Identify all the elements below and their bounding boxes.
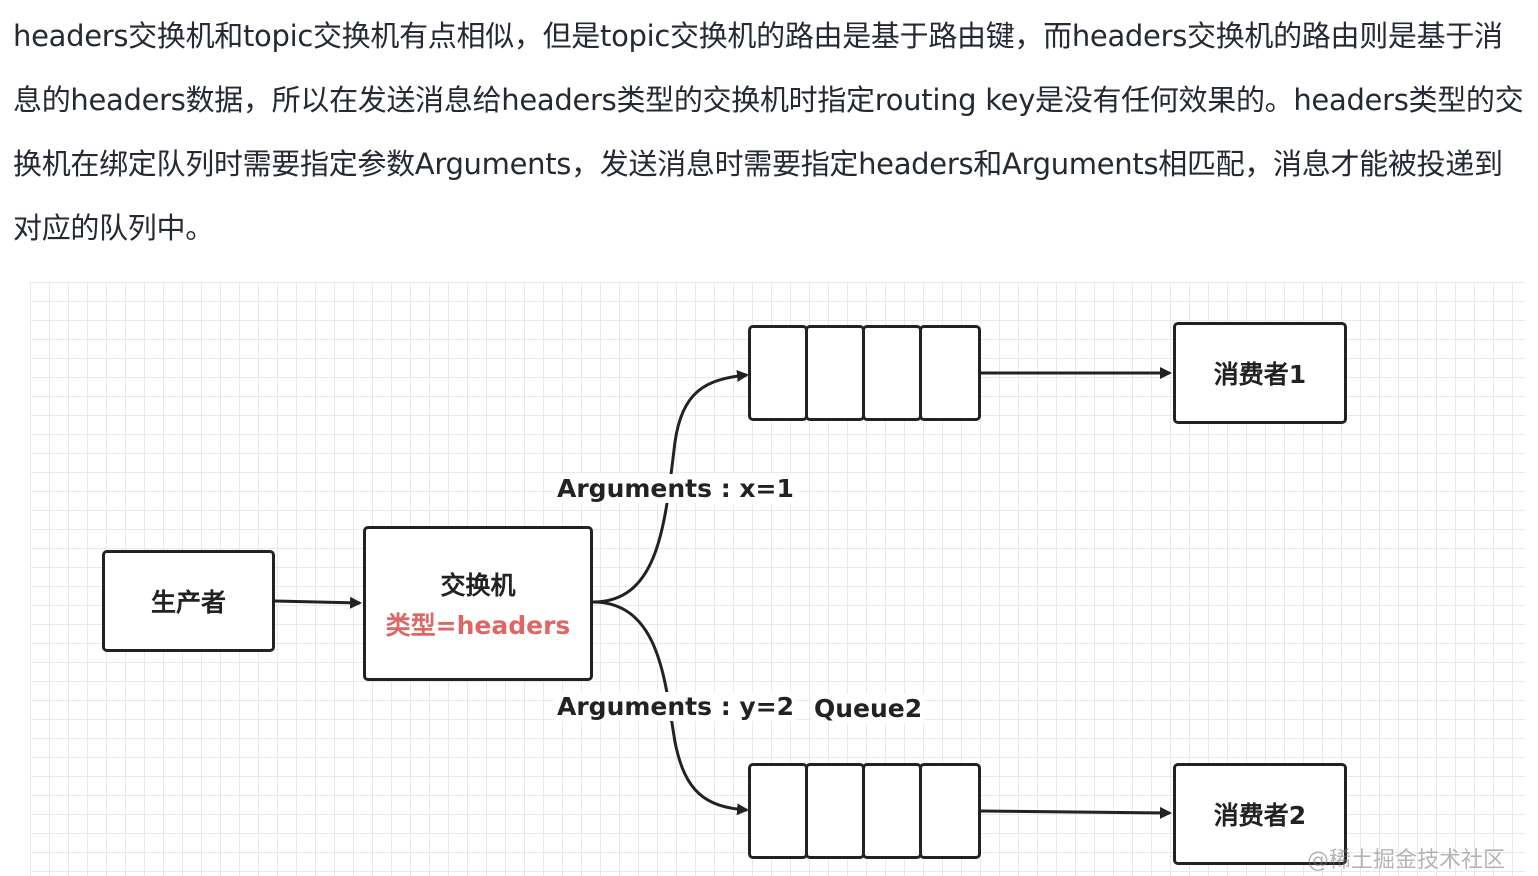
- queue2-slot: [805, 763, 865, 859]
- exchange-box: 交换机 类型=headers: [363, 526, 593, 681]
- queue1-slot: [805, 325, 865, 421]
- queue1-slot: [862, 325, 922, 421]
- producer-label: 生产者: [150, 588, 226, 617]
- producer-box: 生产者: [102, 550, 275, 652]
- queue2-to-consumer2-arrow: [980, 806, 1172, 819]
- exchange-type-label: 类型=headers: [385, 610, 571, 640]
- exchange-label: 交换机: [440, 570, 516, 600]
- queue2-slot: [919, 763, 981, 859]
- queue2-slot: [748, 763, 808, 859]
- watermark: @稀土掘金技术社区: [1306, 848, 1505, 873]
- queue1-slot: [748, 325, 808, 421]
- queue2-slot: [862, 763, 922, 859]
- headers-exchange-diagram: 生产者 交换机 类型=headers 消费者1 消费者2 Arguments :…: [30, 282, 1525, 876]
- consumer1-box: 消费者1: [1173, 322, 1347, 424]
- queue2-name-label: Queue2: [811, 694, 926, 723]
- arguments-top-label: Arguments : x=1: [554, 474, 797, 503]
- queue1-slot: [919, 325, 981, 421]
- consumer2-label: 消费者2: [1213, 801, 1307, 830]
- article-paragraph: headers交换机和topic交换机有点相似，但是topic交换机的路由是基于…: [13, 19, 1524, 245]
- producer-to-exchange-arrow: [274, 596, 362, 609]
- arguments-bottom-label: Arguments : y=2: [554, 692, 798, 721]
- consumer1-label: 消费者1: [1213, 360, 1307, 389]
